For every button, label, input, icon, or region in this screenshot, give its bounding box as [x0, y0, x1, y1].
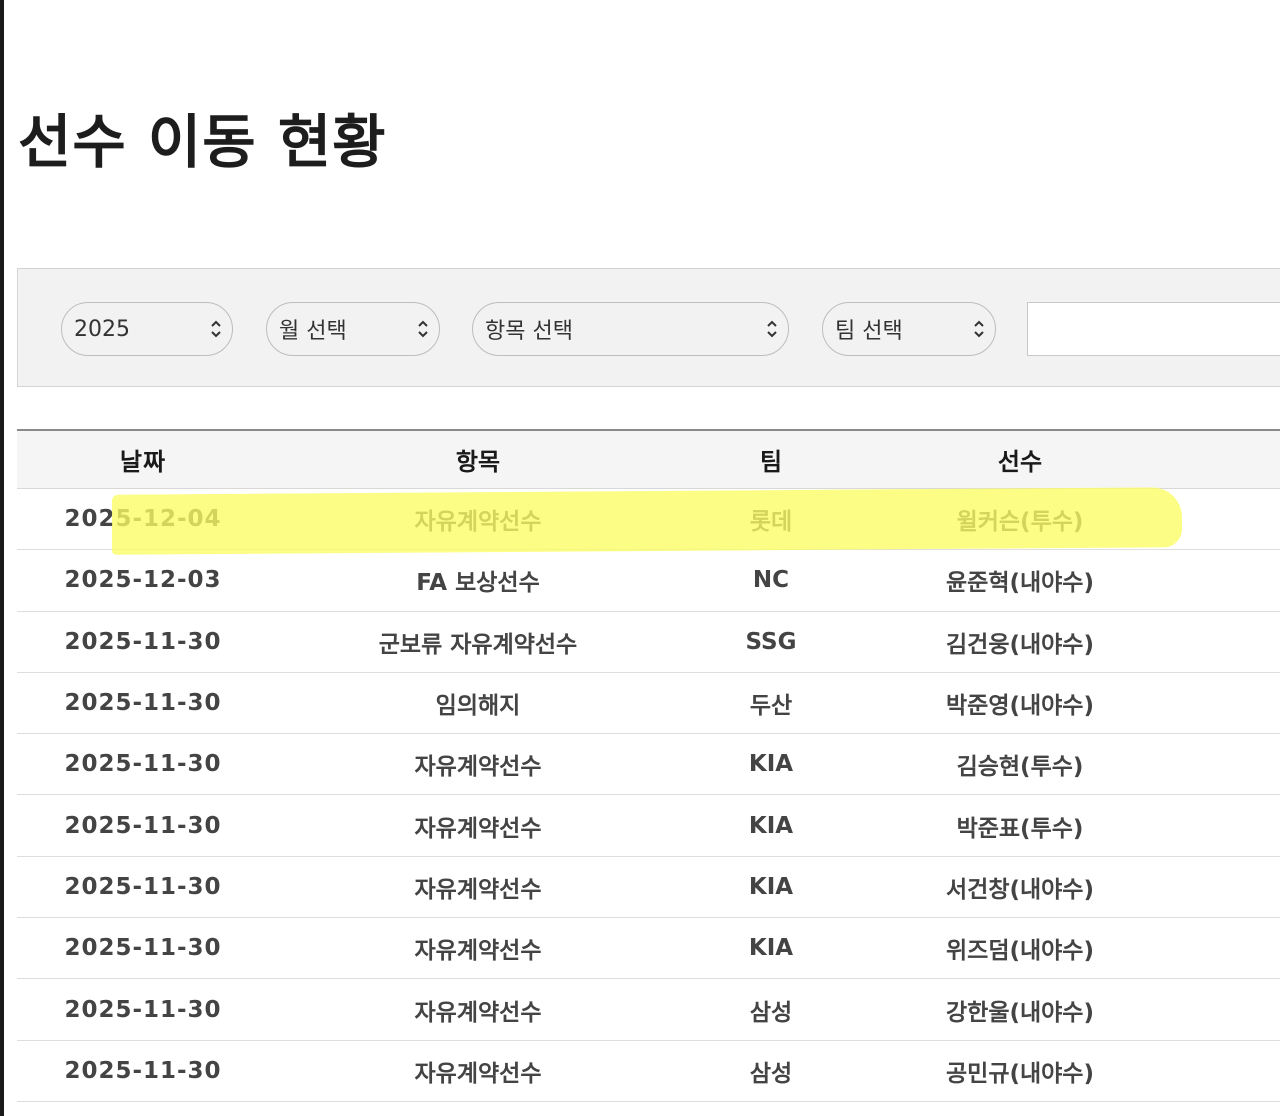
chevron-up-down-icon	[211, 320, 221, 338]
cell-date: 2025-11-30	[64, 1057, 222, 1084]
cell-category: 자유계약선수	[414, 1060, 542, 1087]
cell-team: KIA	[748, 751, 794, 778]
cell-date: 2025-11-30	[64, 873, 222, 900]
cell-player: 박준표(투수)	[956, 815, 1084, 842]
cell-player: 윌커슨(투수)	[956, 509, 1084, 536]
table-row: 2025-11-30 자유계약선수 삼성 공민규(내야수)	[17, 1041, 1280, 1102]
category-select[interactable]: 항목 선택	[472, 302, 789, 356]
cell-player: 공민규(내야수)	[946, 1060, 1094, 1087]
cell-date: 2025-11-30	[64, 751, 222, 778]
cell-player: 위즈덤(내야수)	[946, 938, 1094, 965]
cell-date: 2025-11-30	[64, 935, 222, 962]
chevron-up-down-icon	[974, 320, 984, 338]
category-select-value: 항목 선택	[485, 319, 573, 344]
table-row: 2025-12-03 FA 보상선수 NC 윤준혁(내야수)	[17, 550, 1280, 612]
left-border	[0, 0, 4, 1116]
cell-category: 자유계약선수	[414, 938, 542, 965]
table-row: 2025-11-30 임의해지 두산 박준영(내야수)	[17, 673, 1280, 735]
cell-team: KIA	[748, 873, 794, 900]
header-team: 팀	[759, 448, 783, 476]
page-title: 선수 이동 현황	[18, 108, 387, 176]
cell-category: 자유계약선수	[414, 815, 542, 842]
team-select[interactable]: 팀 선택	[822, 302, 996, 356]
transfer-table: 날짜 항목 팀 선수 2025-12-04 자유계약선수 롯데 윌커슨(투수) 2025…	[17, 429, 1280, 1102]
cell-date: 2025-11-30	[64, 690, 222, 717]
cell-category: 군보류 자유계약선수	[378, 631, 578, 658]
table-row: 2025-11-30 자유계약선수 KIA 김승현(투수)	[17, 734, 1280, 796]
table-body: 2025-12-04 자유계약선수 롯데 윌커슨(투수) 2025-12-03 FA 보상…	[17, 489, 1280, 1102]
cell-team: NC	[752, 567, 790, 594]
cell-team: SSG	[745, 628, 797, 655]
cell-team: 삼성	[749, 1060, 793, 1087]
table-header: 날짜 항목 팀 선수	[17, 429, 1280, 489]
table-row: 2025-11-30 군보류 자유계약선수 SSG 김건웅(내야수)	[17, 612, 1280, 673]
cell-date: 2025-12-04	[64, 506, 222, 533]
cell-category: 자유계약선수	[414, 509, 542, 536]
cell-category: 자유계약선수	[414, 754, 542, 781]
cell-date: 2025-11-30	[64, 812, 222, 839]
cell-category: FA 보상선수	[416, 570, 540, 597]
year-select[interactable]: 2025	[61, 302, 233, 356]
table-row: 2025-11-30 자유계약선수 KIA 서건창(내야수)	[17, 857, 1280, 919]
cell-player: 강한울(내야수)	[946, 999, 1094, 1026]
table-row: 2025-11-30 자유계약선수 KIA 박준표(투수)	[17, 795, 1280, 857]
cell-team: 두산	[749, 693, 793, 720]
cell-category: 임의해지	[435, 693, 521, 720]
cell-player: 서건창(내야수)	[946, 876, 1094, 903]
cell-team: 롯데	[749, 509, 793, 536]
cell-date: 2025-12-03	[64, 567, 222, 594]
cell-category: 자유계약선수	[414, 876, 542, 903]
cell-player: 박준영(내야수)	[946, 693, 1094, 720]
chevron-up-down-icon	[418, 320, 428, 338]
year-select-value: 2025	[74, 316, 130, 342]
header-date: 날짜	[119, 448, 167, 476]
month-select[interactable]: 월 선택	[266, 302, 440, 356]
cell-player: 김승현(투수)	[956, 754, 1084, 781]
chevron-up-down-icon	[767, 320, 777, 338]
cell-team: KIA	[748, 812, 794, 839]
cell-player: 윤준혁(내야수)	[946, 570, 1094, 597]
cell-team: 삼성	[749, 999, 793, 1026]
team-select-value: 팀 선택	[835, 319, 903, 344]
cell-team: KIA	[748, 935, 794, 962]
cell-player: 김건웅(내야수)	[946, 631, 1094, 658]
cell-date: 2025-11-30	[64, 996, 222, 1023]
filter-bar: 2025 월 선택 항목 선택 팀 선택	[17, 268, 1280, 387]
table-row: 2025-12-04 자유계약선수 롯데 윌커슨(투수)	[17, 489, 1280, 551]
cell-date: 2025-11-30	[64, 628, 222, 655]
header-category: 항목	[455, 448, 501, 476]
search-input[interactable]	[1027, 302, 1280, 356]
table-row: 2025-11-30 자유계약선수 삼성 강한울(내야수)	[17, 979, 1280, 1041]
month-select-value: 월 선택	[279, 319, 347, 344]
cell-category: 자유계약선수	[414, 999, 542, 1026]
header-player: 선수	[997, 448, 1043, 476]
table-row: 2025-11-30 자유계약선수 KIA 위즈덤(내야수)	[17, 918, 1280, 980]
